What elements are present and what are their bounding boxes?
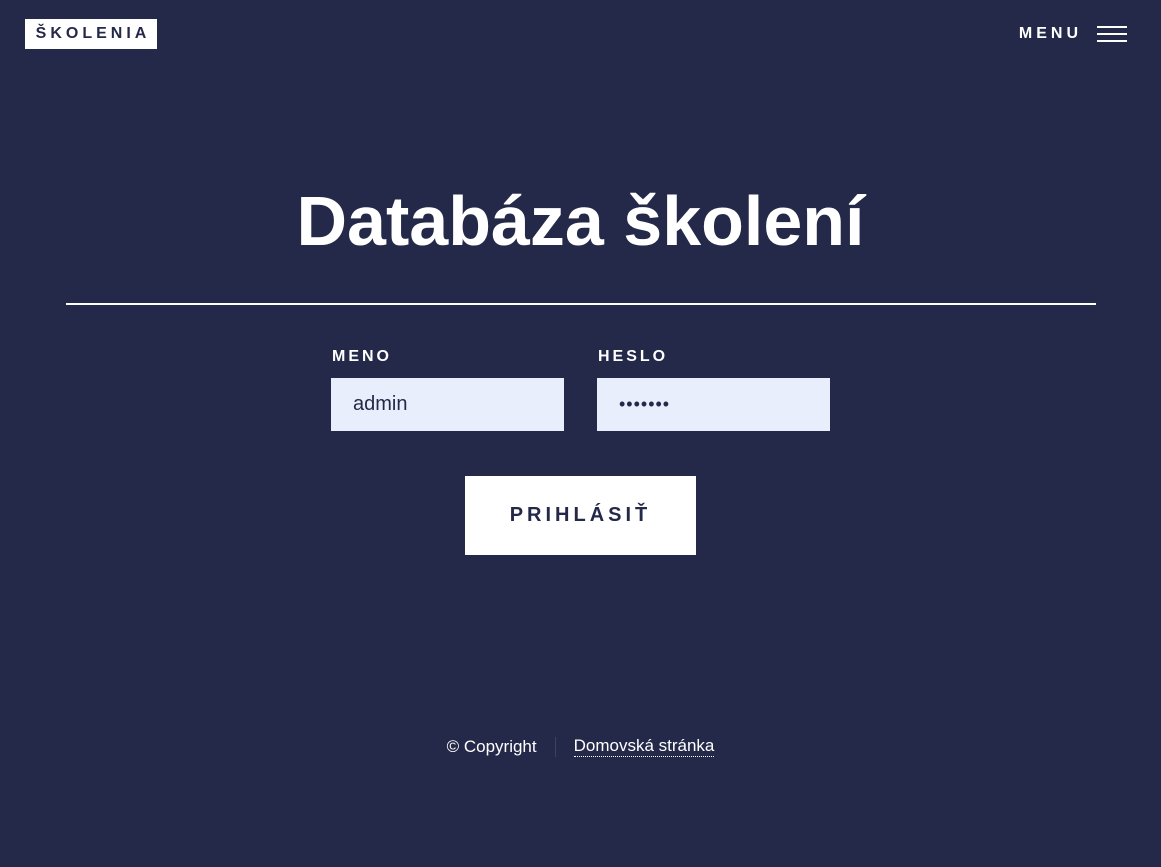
- username-label: MENO: [332, 348, 392, 365]
- menu-label: MENU: [1018, 25, 1082, 42]
- login-button[interactable]: PRIHLÁSIŤ: [465, 476, 696, 555]
- site-logo[interactable]: ŠKOLENIA: [25, 19, 157, 49]
- footer: © Copyright Domovská stránka: [0, 736, 1161, 757]
- title-divider: [66, 303, 1096, 305]
- page-title: Databáza školení: [296, 182, 865, 260]
- copyright-text: © Copyright: [447, 736, 556, 757]
- home-page-link[interactable]: Domovská stránka: [573, 736, 715, 757]
- menu-button[interactable]: MENU: [1019, 22, 1127, 46]
- hamburger-icon: [1097, 26, 1127, 42]
- password-input[interactable]: [597, 378, 830, 431]
- password-label: HESLO: [598, 348, 669, 365]
- username-input[interactable]: [331, 378, 564, 431]
